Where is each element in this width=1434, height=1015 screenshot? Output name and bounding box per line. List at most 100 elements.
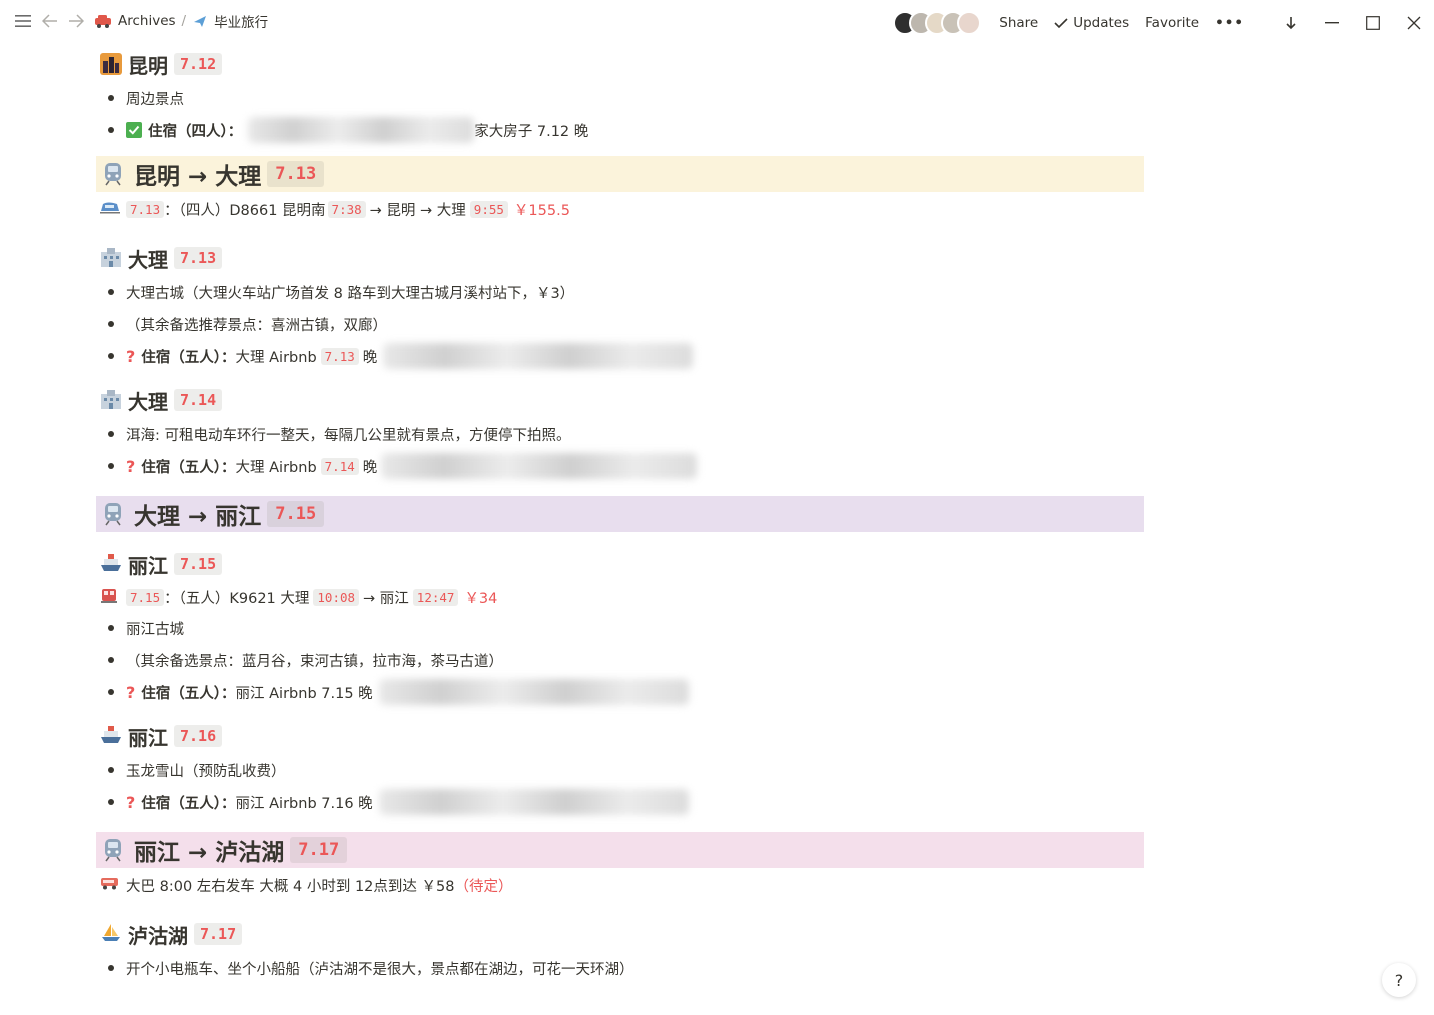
train-date-code: 7.15: [126, 588, 165, 606]
list-item[interactable]: ? 住宿（五人）： 大理 Airbnb 7.14 晚: [96, 450, 1144, 482]
heading-kunming-712[interactable]: 昆明 7.12: [96, 46, 1144, 82]
train-route: → 昆明 → 大理: [369, 202, 466, 219]
city-sunset-icon: [100, 53, 122, 75]
departure-time-code: 7:38: [327, 200, 366, 218]
heading-lijiang-715[interactable]: 丽江 7.15: [96, 546, 1144, 582]
heading-text: 大理: [128, 389, 168, 414]
favorite-button[interactable]: Favorite: [1145, 15, 1199, 31]
car-icon: [94, 14, 112, 28]
bullet: [96, 657, 126, 663]
hotel-building-icon: [100, 247, 122, 269]
maximize-icon[interactable]: [1352, 8, 1393, 38]
forward-arrow-icon[interactable]: [68, 14, 84, 28]
checkmark-icon: [1054, 17, 1068, 29]
breadcrumb-item-trip[interactable]: 毕业旅行: [192, 11, 268, 31]
arrival-time-code: 12:47: [412, 588, 459, 606]
date-badge: 7.13: [267, 161, 325, 187]
heading-lijiang-to-lugu-lake[interactable]: 丽江 → 泸沽湖 7.17: [96, 832, 1144, 868]
heading-dali-to-lijiang[interactable]: 大理 → 丽江 7.15: [96, 496, 1144, 532]
updates-button[interactable]: Updates: [1054, 15, 1129, 31]
breadcrumb-separator: /: [181, 13, 187, 29]
list-item[interactable]: 周边景点: [96, 82, 1144, 114]
list-item[interactable]: ? 住宿（五人）： 丽江 Airbnb 7.15 晚: [96, 676, 1144, 708]
lodging-text: 家大房子 7.12 晚: [474, 123, 589, 140]
date-badge: 7.12: [174, 53, 223, 75]
question-mark-icon: ?: [126, 456, 136, 476]
date-badge: 7.15: [267, 501, 325, 527]
heading-text: 泸沽湖: [128, 923, 188, 948]
menu-icon[interactable]: [14, 14, 32, 28]
list-kunming: 周边景点 住宿（四人）： 家大房子 7.12 晚: [96, 82, 1144, 146]
heading-text: 大理 → 丽江: [134, 504, 262, 530]
bus-note: （待定）: [454, 878, 513, 895]
bullet: [96, 799, 126, 805]
bullet: [96, 689, 126, 695]
ship-icon: [100, 553, 122, 575]
back-arrow-icon[interactable]: [42, 14, 58, 28]
list-item-text: 丽江古城: [126, 621, 184, 638]
bullet: [96, 321, 126, 327]
train-route: → 丽江: [363, 590, 409, 607]
list-item-text: 玉龙雪山（预防乱收费）: [126, 763, 286, 780]
bullet: [96, 353, 126, 359]
list-item[interactable]: 大理古城（大理火车站广场首发 8 路车到大理古城月溪村站下，￥3）: [96, 276, 1144, 308]
heading-text: 丽江: [128, 725, 168, 750]
help-button[interactable]: ?: [1382, 963, 1416, 997]
breadcrumb-item-archives[interactable]: Archives: [94, 13, 176, 29]
list-item[interactable]: 住宿（四人）： 家大房子 7.12 晚: [96, 114, 1144, 146]
train-icon: [100, 837, 126, 863]
lodging-label: 住宿（五人）：: [141, 795, 236, 812]
train-info-line[interactable]: 7.15 ：（五人）K9621 大理 10:08 → 丽江 12:47 ￥34: [96, 582, 1144, 612]
lodging-date-code: 7.13: [320, 347, 359, 365]
bullet: [96, 625, 126, 631]
list-item-text: 大理古城（大理火车站广场首发 8 路车到大理古城月溪村站下，￥3）: [126, 285, 575, 302]
list-item[interactable]: ? 住宿（五人）： 丽江 Airbnb 7.16 晚: [96, 786, 1144, 818]
question-mark-icon: ?: [126, 682, 136, 702]
bus-info-line[interactable]: 大巴 8:00 左右发车 大概 4 小时到 12点到达 ￥58 （待定）: [96, 870, 1144, 900]
lodging-after: 晚: [362, 349, 378, 366]
list-item[interactable]: 开个小电瓶车、坐个小船船（泸沽湖不是很大，景点都在湖边，可花一天环湖）: [96, 952, 1144, 984]
question-mark-icon: ?: [126, 792, 136, 812]
collaborator-avatars[interactable]: [893, 11, 982, 35]
redacted-blur: [378, 789, 689, 815]
more-options-button[interactable]: •••: [1215, 15, 1244, 31]
redacted-blur: [248, 117, 475, 143]
heading-dali-713[interactable]: 大理 7.13: [96, 240, 1144, 276]
download-arrow-icon[interactable]: [1270, 8, 1311, 38]
list-lugu-lake: 开个小电瓶车、坐个小船船（泸沽湖不是很大，景点都在湖边，可花一天环湖）: [96, 952, 1144, 984]
close-icon[interactable]: [1393, 8, 1434, 38]
breadcrumb-label-trip: 毕业旅行: [214, 15, 269, 31]
lodging-text: 大理 Airbnb: [235, 459, 317, 476]
heading-lugu-lake-717[interactable]: 泸沽湖 7.17: [96, 916, 1144, 952]
date-badge: 7.15: [174, 553, 223, 575]
list-item[interactable]: ? 住宿（五人）： 大理 Airbnb 7.13 晚: [96, 340, 1144, 372]
bullet: [96, 431, 126, 437]
share-button[interactable]: Share: [999, 15, 1038, 31]
list-item[interactable]: 玉龙雪山（预防乱收费）: [96, 754, 1144, 786]
heading-dali-714[interactable]: 大理 7.14: [96, 382, 1144, 418]
bullet: [96, 767, 126, 773]
train-date-code: 7.13: [126, 200, 165, 218]
updates-label: Updates: [1073, 15, 1130, 31]
train-icon: [100, 161, 126, 187]
list-item-text: 周边景点: [126, 91, 184, 108]
heading-text: 丽江 → 泸沽湖: [134, 840, 285, 866]
heading-lijiang-716[interactable]: 丽江 7.16: [96, 718, 1144, 754]
list-item-text: （其余备选景点：蓝月谷，束河古镇，拉市海，茶马古道）: [126, 653, 503, 670]
redacted-blur: [378, 679, 689, 705]
departure-time-code: 10:08: [313, 588, 360, 606]
train-info-line[interactable]: 7.13 ：（四人）D8661 昆明南 7:38 → 昆明 → 大理 9:55 …: [96, 194, 1144, 224]
heading-text: 丽江: [128, 553, 168, 578]
list-dali-713: 大理古城（大理火车站广场首发 8 路车到大理古城月溪村站下，￥3） （其余备选推…: [96, 276, 1144, 372]
list-item-text: 开个小电瓶车、坐个小船船（泸沽湖不是很大，景点都在湖边，可花一天环湖）: [126, 961, 634, 978]
top-bar-right: Share Updates Favorite •••: [893, 8, 1434, 38]
list-item[interactable]: 丽江古城: [96, 612, 1144, 644]
list-item[interactable]: 洱海: 可租电动车环行一整天，每隔几公里就有景点，方便停下拍照。: [96, 418, 1144, 450]
list-lijiang-715: 丽江古城 （其余备选景点：蓝月谷，束河古镇，拉市海，茶马古道） ? 住宿（五人）…: [96, 612, 1144, 708]
list-item[interactable]: （其余备选景点：蓝月谷，束河古镇，拉市海，茶马古道）: [96, 644, 1144, 676]
heading-kunming-to-dali[interactable]: 昆明 → 大理 7.13: [96, 156, 1144, 192]
question-mark-icon: ?: [126, 346, 136, 366]
list-item-text: （其余备选推荐景点：喜洲古镇，双廊）: [126, 317, 387, 334]
minimize-icon[interactable]: [1311, 8, 1352, 38]
list-item[interactable]: （其余备选推荐景点：喜洲古镇，双廊）: [96, 308, 1144, 340]
